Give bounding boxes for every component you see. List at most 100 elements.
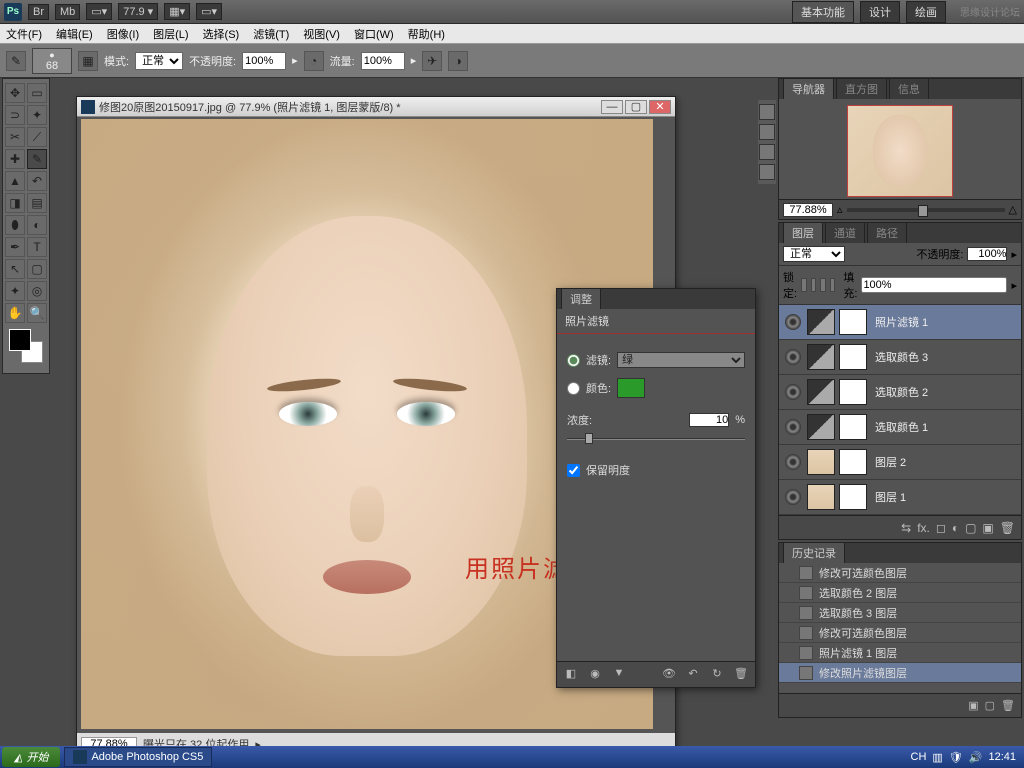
wand-tool[interactable]: ✦ [27,105,47,125]
start-button[interactable]: ◭ 开始 [2,747,60,767]
layer-thumb[interactable] [807,484,835,510]
brush-panel-icon[interactable]: ▦ [78,51,98,71]
workspace-design-button[interactable]: 设计 [860,1,900,23]
eyedropper-tool[interactable]: ⟋ [27,127,47,147]
side-icon1[interactable] [759,104,775,120]
channels-tab[interactable]: 通道 [825,222,865,243]
history-tab[interactable]: 历史记录 [783,542,845,563]
history-row[interactable]: 修改照片滤镜图层 [779,663,1021,683]
hist-new-icon[interactable]: ▢ [985,699,995,712]
blur-tool[interactable]: ⬮ [5,215,25,235]
history-row[interactable]: 修改可选颜色图层 [779,563,1021,583]
adj-icon5[interactable]: ↶ [685,667,701,683]
trash-icon[interactable]: 🗑 [1000,521,1015,535]
menu-file[interactable]: 文件(F) [6,26,42,42]
tray-icon3[interactable]: 🔊 [969,751,983,764]
fill-dd-icon[interactable]: ▸ [1011,279,1017,292]
layer-row[interactable]: 选取颜色 2 [779,375,1021,410]
lang-indicator[interactable]: CH [911,751,927,763]
zoom-dropdown[interactable]: 77.9 ▾ [118,3,158,20]
tray-icon1[interactable]: ▥ [932,751,942,764]
menu-filter[interactable]: 滤镜(T) [253,26,289,42]
workspace-paint-button[interactable]: 绘画 [906,1,946,23]
op-dd-icon[interactable]: ▸ [1011,248,1017,261]
adj-icon6[interactable]: ↻ [709,667,725,683]
adj-icon3[interactable]: ▼ [611,667,627,683]
tablet-opacity-icon[interactable]: ◔ [304,51,324,71]
density-input[interactable] [689,413,729,427]
layer-thumb[interactable] [807,379,835,405]
heal-tool[interactable]: ✚ [5,149,25,169]
layer-row[interactable]: 选取颜色 3 [779,340,1021,375]
hand-tool[interactable]: ✋ [5,303,25,323]
menu-view[interactable]: 视图(V) [303,26,340,42]
lock-trans-icon[interactable] [801,278,807,292]
fx-icon[interactable]: fx. [917,521,930,535]
brush-preset[interactable]: ●68 [32,48,72,74]
opacity-dd-icon[interactable]: ▸ [292,54,298,67]
eraser-tool[interactable]: ◨ [5,193,25,213]
filter-radio[interactable] [567,354,580,367]
layer-row[interactable]: 图层 2 [779,445,1021,480]
lock-paint-icon[interactable] [811,278,817,292]
layer-row[interactable]: 照片滤镜 1 [779,305,1021,340]
visibility-icon[interactable] [785,489,801,505]
hist-snap-icon[interactable]: ▣ [968,699,978,712]
layer-opacity-input[interactable] [967,247,1007,261]
filter-select[interactable]: 绿 [617,352,745,368]
menu-image[interactable]: 图像(I) [107,26,139,42]
arrange-button[interactable]: ▦▾ [164,3,190,20]
adj-trash-icon[interactable]: 🗑 [733,667,749,683]
visibility-icon[interactable] [785,384,801,400]
adjlayer-icon[interactable]: ◐ [952,521,959,535]
visibility-icon[interactable] [785,454,801,470]
adj-icon4[interactable]: 👁 [661,667,677,683]
density-slider[interactable] [567,432,745,446]
lasso-tool[interactable]: ⊃ [5,105,25,125]
fill-input[interactable] [861,277,1007,293]
3d-tool[interactable]: ✦ [5,281,25,301]
layer-thumb[interactable] [807,449,835,475]
mask-thumb[interactable] [839,449,867,475]
menu-help[interactable]: 帮助(H) [408,26,445,42]
flow-input[interactable] [361,52,405,70]
tray-icon2[interactable]: 🛡 [949,751,963,764]
mask-thumb[interactable] [839,414,867,440]
layer-thumb[interactable] [807,309,835,335]
side-icon2[interactable] [759,124,775,140]
path-tool[interactable]: ↖ [5,259,25,279]
type-tool[interactable]: T [27,237,47,257]
zoom-tool[interactable]: 🔍 [27,303,47,323]
tool-preset-icon[interactable]: ✎ [6,51,26,71]
gradient-tool[interactable]: ▤ [27,193,47,213]
marquee-tool[interactable]: ▭ [27,83,47,103]
mask-thumb[interactable] [839,484,867,510]
mask-thumb[interactable] [839,344,867,370]
color-swatches[interactable] [9,329,43,363]
menu-window[interactable]: 窗口(W) [354,26,394,42]
newlayer-icon[interactable]: ▣ [982,521,993,535]
extras-button[interactable]: ▭▾ [196,3,222,20]
side-icon4[interactable] [759,164,775,180]
lock-move-icon[interactable] [820,278,826,292]
screen-mode-button[interactable]: ▭▾ [86,3,112,20]
layer-thumb[interactable] [807,414,835,440]
history-brush-tool[interactable]: ↶ [27,171,47,191]
minimize-button[interactable]: — [601,100,623,114]
color-radio[interactable] [567,382,580,395]
mask-icon[interactable]: ◻ [936,521,946,535]
crop-tool[interactable]: ✂ [5,127,25,147]
layers-tab[interactable]: 图层 [783,222,823,243]
side-icon3[interactable] [759,144,775,160]
clock[interactable]: 12:41 [988,751,1016,763]
visibility-icon[interactable] [785,349,801,365]
color-swatch[interactable] [617,378,645,398]
paths-tab[interactable]: 路径 [867,222,907,243]
menu-layer[interactable]: 图层(L) [153,26,188,42]
zoom-out-icon[interactable]: ▵ [837,203,843,216]
move-tool[interactable]: ✥ [5,83,25,103]
tablet-size-icon[interactable]: ◑ [448,51,468,71]
history-row[interactable]: 选取颜色 2 图层 [779,583,1021,603]
close-button[interactable]: ✕ [649,100,671,114]
mask-thumb[interactable] [839,379,867,405]
